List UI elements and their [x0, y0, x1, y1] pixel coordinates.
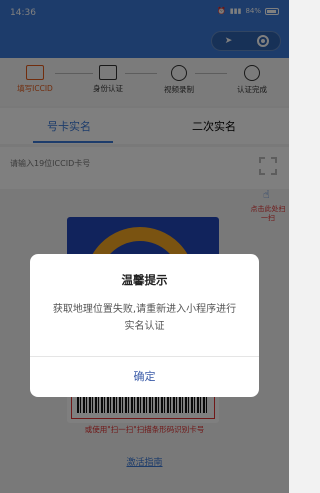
dialog-title: 温馨提示: [121, 273, 168, 287]
modal-overlay: [0, 0, 289, 493]
confirm-button[interactable]: 确定: [30, 357, 259, 397]
dialog-message: 获取地理位置失败,请重新进入小程序进行实名认证: [52, 304, 237, 332]
alert-dialog: 温馨提示 获取地理位置失败,请重新进入小程序进行实名认证 确定: [30, 254, 259, 397]
